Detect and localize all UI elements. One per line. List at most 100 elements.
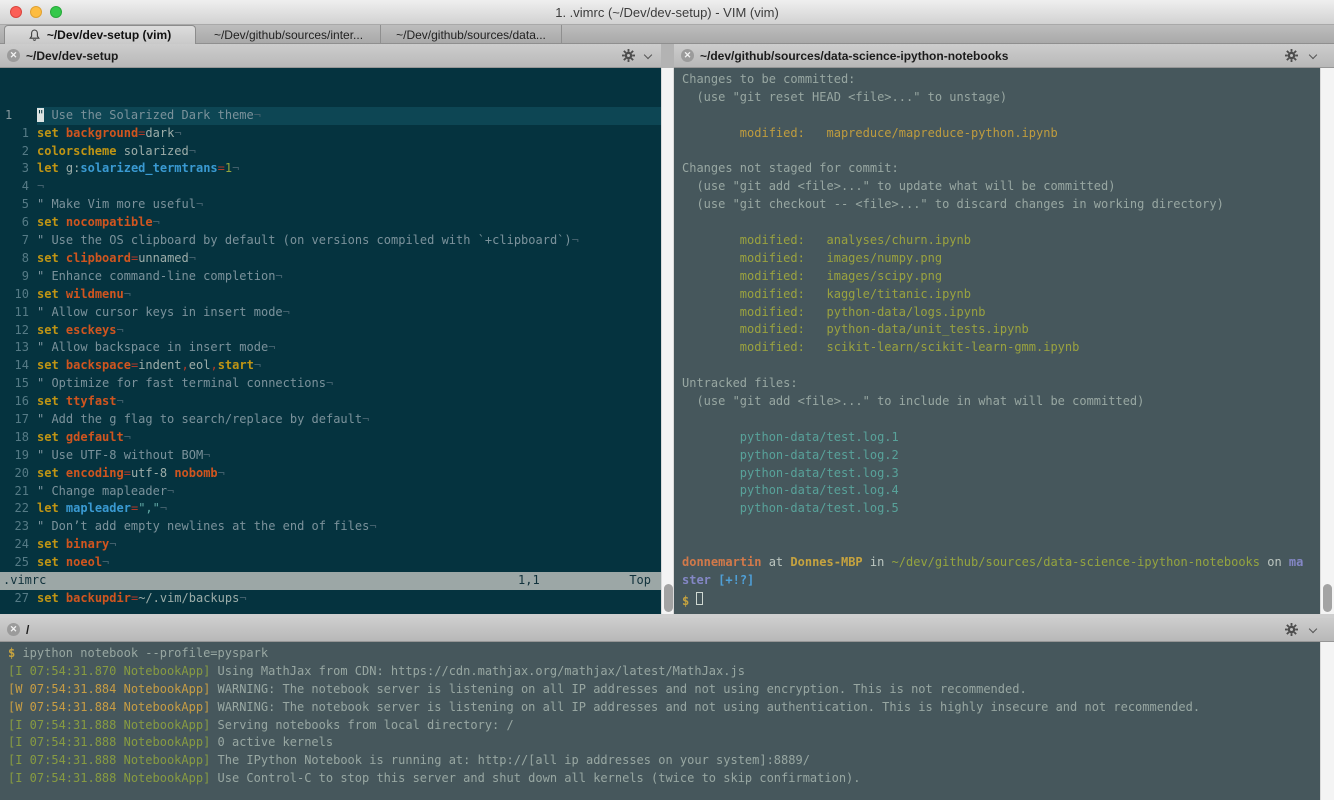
close-pane-icon[interactable]: ✕ xyxy=(7,623,20,636)
token-kw: set xyxy=(37,215,59,229)
token-eol: ¬ xyxy=(283,305,290,319)
token-kw: let xyxy=(37,161,59,175)
line-number: 14 xyxy=(0,357,37,375)
terminal-line: Changes not staged for commit: xyxy=(682,160,1320,178)
line-number: 12 xyxy=(0,322,37,340)
terminal-line xyxy=(682,411,1320,429)
token-opt: background xyxy=(66,126,138,140)
line-number: 1 xyxy=(0,107,37,125)
token-val xyxy=(59,394,66,408)
git-terminal[interactable]: Changes to be committed: (use "git reset… xyxy=(674,68,1320,614)
git-pane-scrollbar[interactable] xyxy=(1320,68,1334,614)
scrollbar-thumb[interactable] xyxy=(1323,584,1332,612)
tab-github-sources-data[interactable]: ~/Dev/github/sources/data... xyxy=(381,25,562,44)
chevron-down-icon[interactable] xyxy=(1309,51,1317,59)
tab-dev-setup[interactable]: ~/Dev/dev-setup (vim) xyxy=(4,25,196,44)
token-fn: solarized_termtrans xyxy=(80,161,217,175)
vim-line: 7" Use the OS clipboard by default (on v… xyxy=(0,232,661,250)
vim-line: 11" Allow cursor keys in insert mode¬ xyxy=(0,304,661,322)
vim-line: 21" Change mapleader¬ xyxy=(0,483,661,501)
vim-line: 5" Make Vim more useful¬ xyxy=(0,196,661,214)
token-val: indent xyxy=(138,358,181,372)
token-cm: Use the Solarized Dark theme xyxy=(44,108,254,122)
terminal-line xyxy=(682,357,1320,375)
token-eol: ¬ xyxy=(239,591,246,605)
statusline-scroll-indicator: Top xyxy=(629,572,651,590)
token-eol: ¬ xyxy=(109,537,116,551)
token-cm: " Allow cursor keys in insert mode xyxy=(37,305,283,319)
chevron-down-icon[interactable] xyxy=(1309,625,1317,633)
token-eol: ¬ xyxy=(189,251,196,265)
token-val xyxy=(59,501,66,515)
token-opt: clipboard xyxy=(66,251,131,265)
token-eol: ¬ xyxy=(124,287,131,301)
token-kw: set xyxy=(37,323,59,337)
token-val xyxy=(59,126,66,140)
token-yl: $ xyxy=(682,594,696,608)
terminal-line xyxy=(682,518,1320,536)
token-eol: ¬ xyxy=(196,197,203,211)
line-number: 6 xyxy=(0,214,37,232)
token-eol: ¬ xyxy=(275,269,282,283)
vim-line: 13" Allow backspace in insert mode¬ xyxy=(0,339,661,357)
token-opt: gdefault xyxy=(66,430,124,444)
token-val xyxy=(59,323,66,337)
tab-label: ~/Dev/github/sources/data... xyxy=(396,28,546,42)
terminal-line: (use "git checkout -- <file>..." to disc… xyxy=(682,196,1320,214)
token-or: donnemartin xyxy=(682,555,761,569)
token-kw: set xyxy=(37,394,59,408)
close-pane-icon[interactable]: ✕ xyxy=(681,49,694,62)
token-val xyxy=(59,358,66,372)
token-iI: [I 07:54:31.888 NotebookApp] xyxy=(8,771,218,785)
token-val: eol xyxy=(189,358,211,372)
close-pane-icon[interactable]: ✕ xyxy=(7,49,20,62)
token-eol: ¬ xyxy=(124,430,131,444)
line-number: 22 xyxy=(0,500,37,518)
scrollbar-thumb[interactable] xyxy=(664,584,673,612)
token-kw: set xyxy=(37,358,59,372)
token-kw: colorscheme xyxy=(37,144,116,158)
chevron-down-icon[interactable] xyxy=(644,51,652,59)
git-pane-titlebar: ✕ ~/dev/github/sources/data-science-ipyt… xyxy=(674,44,1334,68)
token-fn: mapleader xyxy=(66,501,131,515)
session-settings-gear-icon[interactable] xyxy=(1285,49,1298,67)
token-gr: ~/dev/github/sources/data-science-ipytho… xyxy=(892,555,1260,569)
token-p: Untracked files: xyxy=(682,376,798,390)
token-p: Changes to be committed: xyxy=(682,72,855,86)
iterm-window: 1. .vimrc (~/Dev/dev-setup) - VIM (vim) … xyxy=(0,0,1334,800)
ipython-terminal[interactable]: $ ipython notebook --profile=pyspark[I 0… xyxy=(0,642,1320,800)
token-val: unnamed xyxy=(138,251,189,265)
tab-github-sources-inter[interactable]: ~/Dev/github/sources/inter... xyxy=(197,25,381,44)
token-op: = xyxy=(218,161,225,175)
session-settings-gear-icon[interactable] xyxy=(622,49,635,67)
vim-pane-scrollbar[interactable] xyxy=(661,68,674,614)
line-number: 15 xyxy=(0,375,37,393)
terminal-line: donnemartin at Donnes-MBP in ~/dev/githu… xyxy=(682,554,1320,572)
ipython-pane-scrollbar[interactable] xyxy=(1320,642,1334,800)
token-kw: set xyxy=(37,251,59,265)
terminal-line: modified: kaggle/titanic.ipynb xyxy=(682,286,1320,304)
token-val xyxy=(59,287,66,301)
token-val: utf-8 xyxy=(131,466,174,480)
token-kw: let xyxy=(37,501,59,515)
terminal-line: [I 07:54:31.888 NotebookApp] 0 active ke… xyxy=(8,734,1320,752)
terminal-line: (use "git add <file>..." to update what … xyxy=(682,178,1320,196)
session-settings-gear-icon[interactable] xyxy=(1285,623,1298,641)
token-eol: ¬ xyxy=(326,376,333,390)
token-eol: ¬ xyxy=(369,519,376,533)
terminal-line: [I 07:54:31.888 NotebookApp] Serving not… xyxy=(8,717,1320,735)
token-eol: ¬ xyxy=(572,233,579,247)
terminal-line: (use "git reset HEAD <file>..." to unsta… xyxy=(682,89,1320,107)
token-eol: ¬ xyxy=(189,144,196,158)
token-opt: backspace xyxy=(66,358,131,372)
terminal-line: python-data/test.log.1 xyxy=(682,429,1320,447)
terminal-line: [W 07:54:31.884 NotebookApp] WARNING: Th… xyxy=(8,681,1320,699)
terminal-line: modified: python-data/unit_tests.ipynb xyxy=(682,321,1320,339)
token-t: python-data/test.log.2 xyxy=(682,448,899,462)
vim-line: 4¬ xyxy=(0,178,661,196)
vim-editor[interactable]: 1" Use the Solarized Dark theme¬1set bac… xyxy=(0,68,661,614)
vim-line: 8set clipboard=unnamed¬ xyxy=(0,250,661,268)
terminal-line: [W 07:54:31.884 NotebookApp] WARNING: Th… xyxy=(8,699,1320,717)
line-number: 4 xyxy=(0,178,37,196)
token-vi: ster xyxy=(682,573,711,587)
